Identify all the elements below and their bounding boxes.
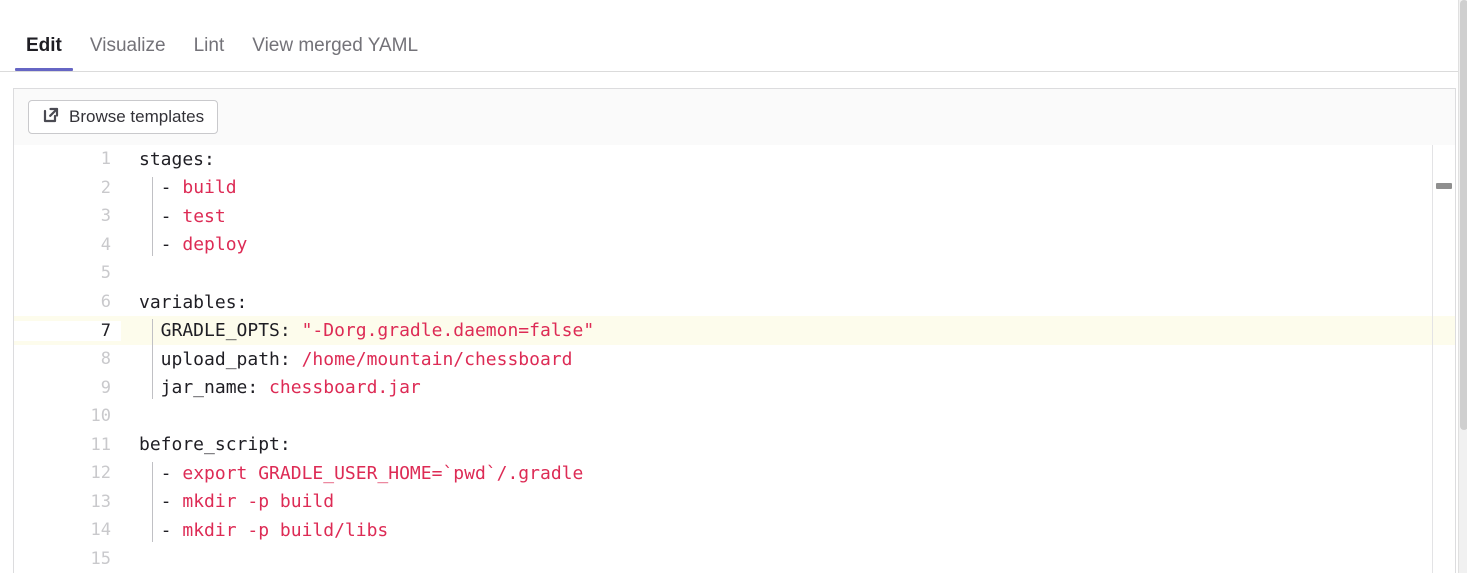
code-text[interactable]: before_script: bbox=[121, 434, 1455, 455]
line-number: 13 bbox=[14, 491, 121, 512]
line-number: 15 bbox=[14, 548, 121, 569]
yaml-key: before_script: bbox=[139, 434, 291, 456]
code-text[interactable]: stages: bbox=[121, 149, 1455, 170]
yaml-value: mkdir -p build/libs bbox=[182, 519, 389, 541]
code-line[interactable]: 4 - deploy bbox=[14, 231, 1455, 260]
editor-vertical-scrollbar[interactable] bbox=[1433, 145, 1455, 573]
line-number: 10 bbox=[14, 406, 121, 427]
code-line[interactable]: 11 before_script: bbox=[14, 430, 1455, 459]
code-line[interactable]: 1 stages: bbox=[14, 145, 1455, 174]
tab-lint[interactable]: Lint bbox=[180, 36, 239, 71]
indent-guide bbox=[152, 176, 153, 257]
code-line[interactable]: 7 GRADLE_OPTS: "-Dorg.gradle.daemon=fals… bbox=[14, 316, 1455, 345]
yaml-key: jar_name: bbox=[139, 377, 270, 399]
line-number: 7 bbox=[14, 320, 121, 341]
browse-templates-label: Browse templates bbox=[69, 107, 205, 126]
yaml-value: chessboard.jar bbox=[269, 377, 421, 399]
code-line[interactable]: 6 variables: bbox=[14, 288, 1455, 317]
yaml-key: - bbox=[139, 177, 183, 199]
code-lines[interactable]: 1 stages: 2 - build 3 - test 4 - deploy 5 6 var… bbox=[14, 145, 1455, 573]
tab-visualize[interactable]: Visualize bbox=[76, 36, 180, 71]
code-text[interactable]: variables: bbox=[121, 292, 1455, 313]
yaml-key: variables: bbox=[139, 291, 248, 313]
code-line[interactable]: 3 - test bbox=[14, 202, 1455, 231]
browse-templates-button[interactable]: Browse templates bbox=[28, 100, 219, 134]
yaml-key: - bbox=[139, 491, 183, 513]
line-number: 9 bbox=[14, 377, 121, 398]
code-text[interactable]: GRADLE_OPTS: "-Dorg.gradle.daemon=false" bbox=[121, 320, 1455, 341]
line-number: 12 bbox=[14, 463, 121, 484]
code-line[interactable]: 9 jar_name: chessboard.jar bbox=[14, 373, 1455, 402]
code-text[interactable]: - build bbox=[121, 177, 1455, 198]
code-text[interactable]: - mkdir -p build bbox=[121, 491, 1455, 512]
yaml-value: test bbox=[182, 205, 226, 227]
code-line[interactable]: 14 - mkdir -p build/libs bbox=[14, 516, 1455, 545]
editor-scrollbar-thumb[interactable] bbox=[1436, 183, 1452, 189]
code-text[interactable]: - mkdir -p build/libs bbox=[121, 520, 1455, 541]
tab-list: Edit Visualize Lint View merged YAML bbox=[0, 0, 1458, 71]
code-line[interactable]: 8 upload_path: /home/mountain/chessboard bbox=[14, 345, 1455, 374]
yaml-code-editor[interactable]: 1 stages: 2 - build 3 - test 4 - deploy 5 6 var… bbox=[13, 145, 1456, 573]
yaml-value: build bbox=[182, 177, 237, 199]
code-text[interactable]: - deploy bbox=[121, 234, 1455, 255]
yaml-key: - bbox=[139, 519, 183, 541]
line-number: 2 bbox=[14, 177, 121, 198]
line-number: 3 bbox=[14, 206, 121, 227]
code-text[interactable]: - test bbox=[121, 206, 1455, 227]
code-line[interactable]: 13 - mkdir -p build bbox=[14, 488, 1455, 517]
yaml-key: - bbox=[139, 205, 183, 227]
yaml-value: mkdir -p build bbox=[182, 491, 335, 513]
ci-editor-page: Edit Visualize Lint View merged YAML Bro… bbox=[0, 0, 1467, 573]
indent-guide bbox=[152, 462, 153, 542]
yaml-value: "-Dorg.gradle.daemon=false" bbox=[301, 320, 595, 342]
code-line[interactable]: 2 - build bbox=[14, 174, 1455, 203]
code-line[interactable]: 5 bbox=[14, 259, 1455, 288]
yaml-key: upload_path: bbox=[139, 348, 302, 370]
yaml-key: - bbox=[139, 462, 183, 484]
indent-guide bbox=[152, 319, 153, 399]
page-vertical-scrollbar[interactable] bbox=[1458, 0, 1467, 573]
editor-tab-bar: Edit Visualize Lint View merged YAML bbox=[0, 0, 1458, 72]
code-text[interactable]: jar_name: chessboard.jar bbox=[121, 377, 1455, 398]
code-text[interactable]: upload_path: /home/mountain/chessboard bbox=[121, 349, 1455, 370]
editor-toolbar: Browse templates bbox=[13, 88, 1456, 145]
external-link-icon bbox=[42, 106, 60, 129]
line-number: 14 bbox=[14, 520, 121, 541]
tab-edit[interactable]: Edit bbox=[12, 36, 76, 71]
yaml-value: deploy bbox=[182, 234, 248, 256]
code-text[interactable]: - export GRADLE_USER_HOME=`pwd`/.gradle bbox=[121, 463, 1455, 484]
yaml-value: /home/mountain/chessboard bbox=[301, 348, 573, 370]
line-number: 5 bbox=[14, 263, 121, 284]
code-line[interactable]: 12 - export GRADLE_USER_HOME=`pwd`/.grad… bbox=[14, 459, 1455, 488]
line-number: 8 bbox=[14, 349, 121, 370]
code-line[interactable]: 10 bbox=[14, 402, 1455, 431]
yaml-key: stages: bbox=[139, 148, 215, 170]
line-number: 1 bbox=[14, 149, 121, 170]
line-number: 4 bbox=[14, 234, 121, 255]
line-number: 11 bbox=[14, 434, 121, 455]
tab-view-merged-yaml[interactable]: View merged YAML bbox=[238, 36, 432, 71]
yaml-key: GRADLE_OPTS: bbox=[139, 320, 302, 342]
line-number: 6 bbox=[14, 292, 121, 312]
yaml-key: - bbox=[139, 234, 183, 256]
code-line[interactable]: 15 bbox=[14, 545, 1455, 573]
page-scrollbar-thumb[interactable] bbox=[1460, 0, 1467, 430]
yaml-value: export GRADLE_USER_HOME=`pwd`/.gradle bbox=[182, 462, 584, 484]
